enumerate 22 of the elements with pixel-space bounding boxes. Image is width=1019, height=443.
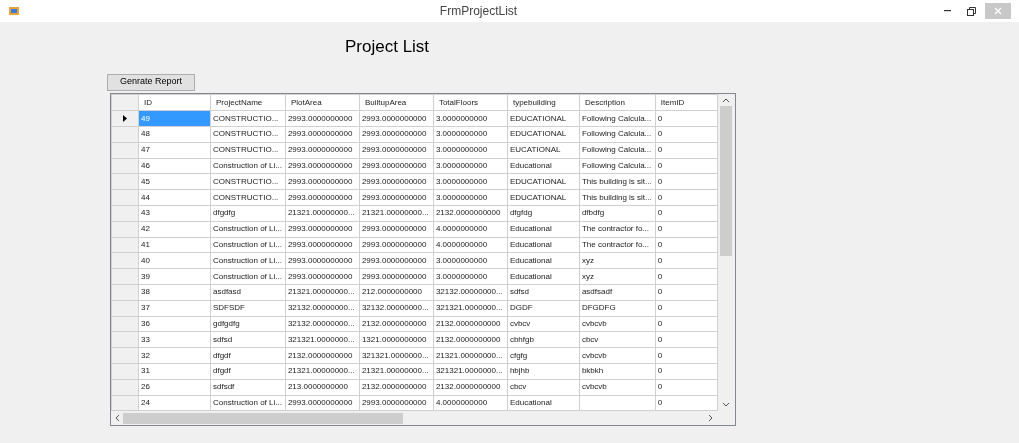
scrollbar-thumb[interactable] [123, 412, 403, 424]
page-heading: Project List [345, 37, 430, 56]
column-header[interactable]: BuiltupArea [359, 94, 434, 111]
restore-icon [966, 6, 976, 16]
minimize-icon [943, 10, 951, 12]
close-icon [994, 7, 1002, 15]
column-header[interactable]: typebuilding [507, 94, 580, 111]
scroll-up-icon[interactable] [722, 98, 731, 104]
generate-report-button[interactable]: Genrate Report [107, 73, 195, 91]
scroll-down-icon[interactable] [722, 402, 731, 408]
column-header[interactable]: TotalFloors [433, 94, 508, 111]
scrollbar-thumb[interactable] [720, 106, 733, 257]
scroll-left-icon[interactable] [115, 414, 120, 423]
current-row-icon [123, 115, 127, 123]
window-title: FrmProjectList [439, 3, 518, 20]
column-header[interactable]: PlotArea [285, 94, 360, 111]
column-header[interactable]: ProjectName [210, 94, 286, 111]
app-icon [8, 5, 20, 17]
scroll-right-icon[interactable] [707, 414, 713, 423]
column-header[interactable]: ItemID [655, 94, 718, 111]
column-header[interactable]: ID [138, 94, 211, 111]
column-header[interactable]: Description [579, 94, 656, 111]
